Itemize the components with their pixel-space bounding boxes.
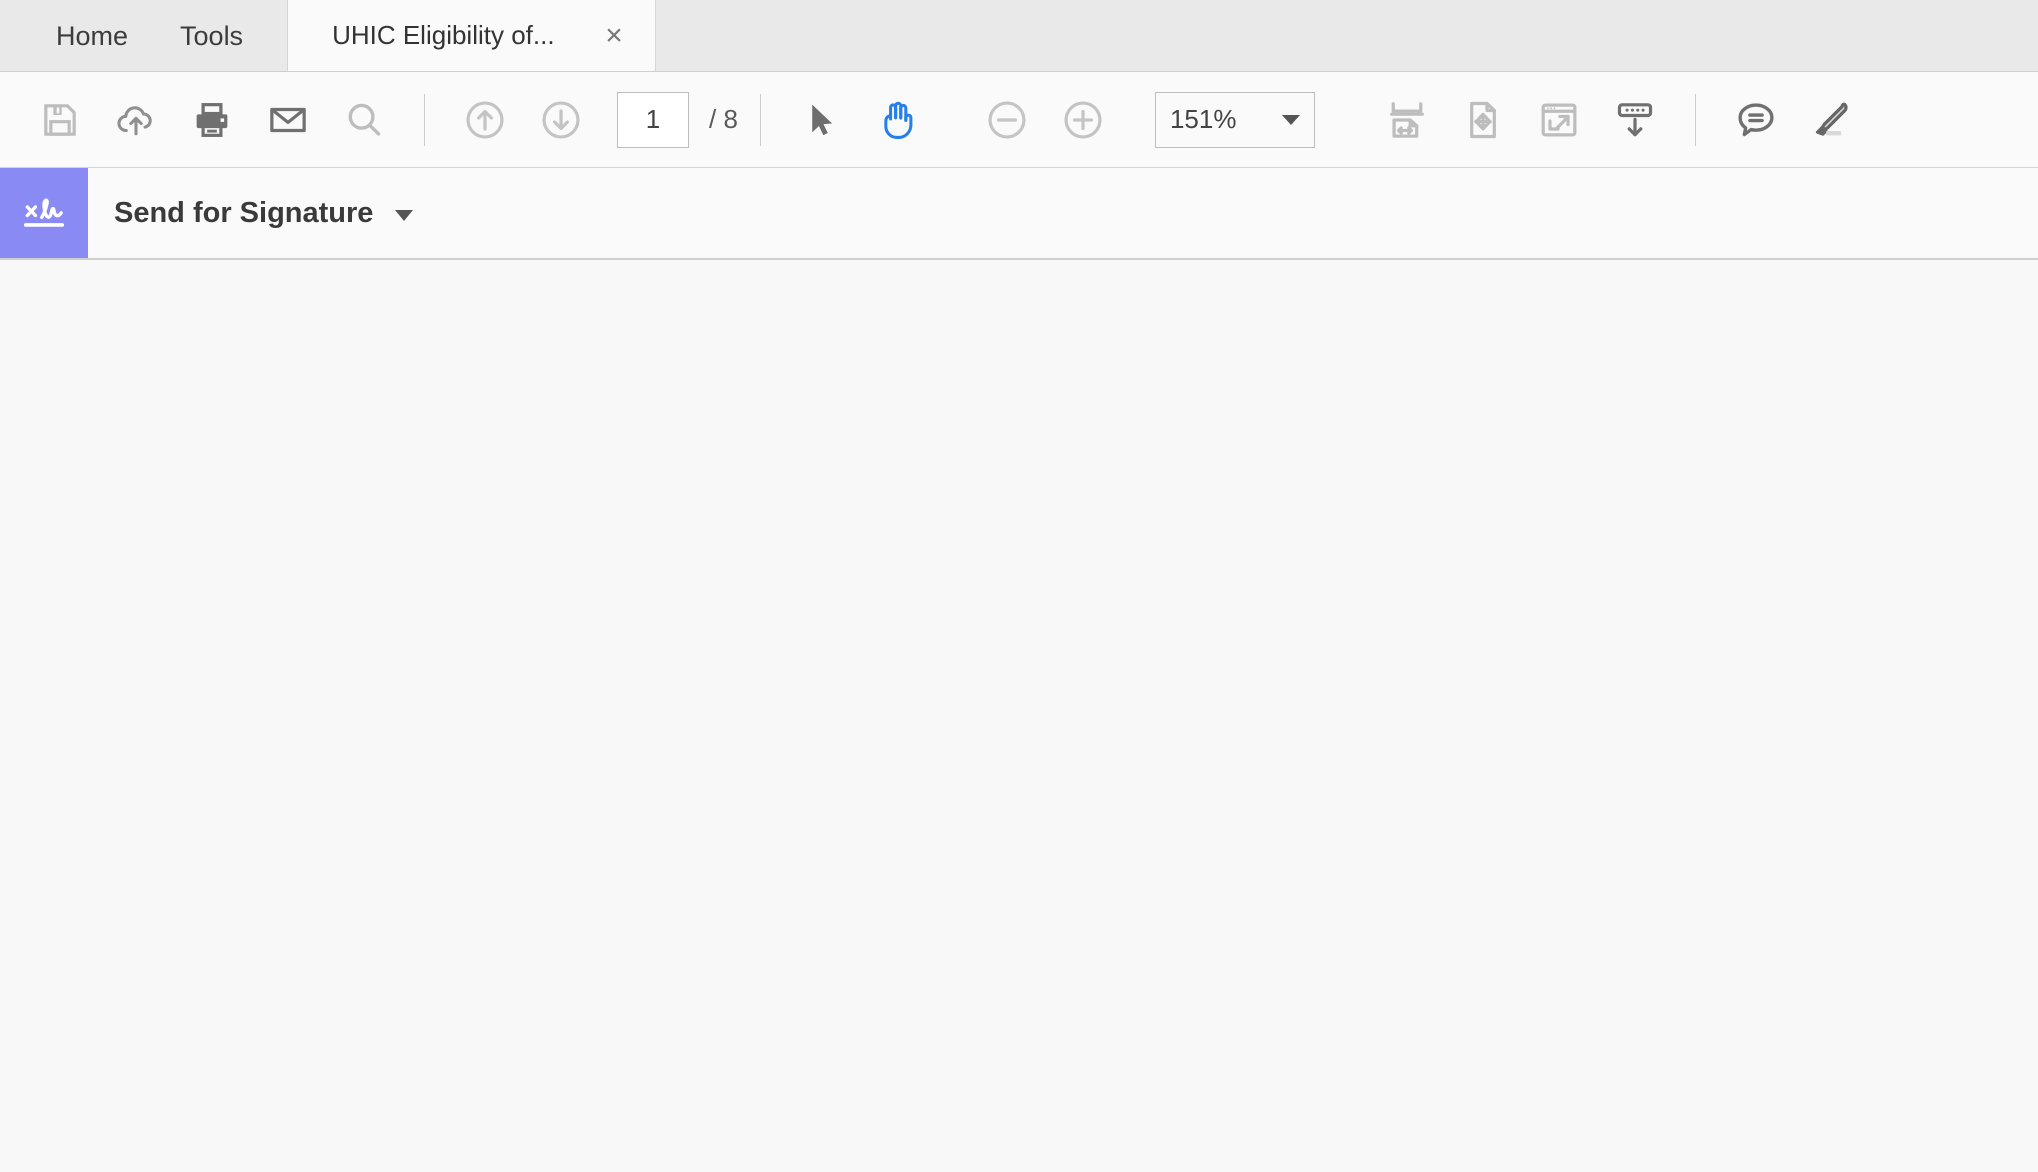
page-total-label: / 8: [709, 104, 738, 134]
chevron-down-icon[interactable]: [395, 209, 414, 221]
page-number-input[interactable]: [617, 91, 689, 148]
cursor-arrow-icon: [802, 101, 840, 139]
previous-page-button[interactable]: [452, 87, 518, 153]
zoom-in-button[interactable]: [1050, 87, 1116, 153]
print-button[interactable]: [179, 87, 245, 153]
tab-bar: Home Tools UHIC Eligibility of... ×: [0, 0, 2038, 72]
comment-button[interactable]: [1723, 87, 1789, 153]
send-for-signature-icon-tile[interactable]: [0, 168, 88, 258]
circle-minus-icon: [985, 98, 1029, 142]
fit-page-button[interactable]: [1450, 87, 1516, 153]
menu-item-tools[interactable]: Tools: [154, 0, 269, 72]
hand-icon: [875, 98, 919, 142]
cloud-upload-icon: [115, 99, 157, 141]
next-page-button[interactable]: [528, 87, 594, 153]
scroll-mode-button[interactable]: [1602, 87, 1668, 153]
send-for-signature-label: Send for Signature: [114, 196, 374, 229]
toolbar-separator: [1694, 93, 1696, 146]
highlighter-icon: [1810, 98, 1854, 142]
menu-item-home[interactable]: Home: [30, 0, 154, 72]
document-tab[interactable]: UHIC Eligibility of... ×: [288, 0, 657, 71]
main-toolbar: / 8: [0, 72, 2038, 168]
send-for-signature-button[interactable]: Send for Signature: [88, 168, 414, 258]
search-icon: [343, 99, 385, 141]
comment-bubble-icon: [1734, 98, 1778, 142]
zoom-level-select[interactable]: 151%: [1154, 91, 1315, 148]
fit-page-icon: [1462, 99, 1504, 141]
upload-to-cloud-button[interactable]: [103, 87, 169, 153]
toolbar-separator: [759, 93, 761, 146]
toolbar-separator: [424, 93, 425, 146]
print-icon: [191, 99, 233, 141]
zoom-level-value: 151%: [1169, 104, 1237, 134]
email-button[interactable]: [255, 87, 321, 153]
circle-arrow-down-icon: [539, 98, 583, 142]
circle-plus-icon: [1061, 98, 1105, 142]
close-icon[interactable]: ×: [595, 17, 633, 55]
document-tab-label: UHIC Eligibility of...: [332, 20, 555, 50]
email-icon: [267, 99, 309, 141]
save-icon: [40, 100, 80, 140]
save-file-button[interactable]: [27, 87, 93, 153]
signature-icon: [17, 186, 71, 240]
zoom-out-button[interactable]: [974, 87, 1040, 153]
circle-arrow-up-icon: [463, 98, 507, 142]
scroll-down-icon: [1614, 99, 1656, 141]
fit-width-icon: [1386, 99, 1428, 141]
document-viewport[interactable]: [0, 262, 2038, 1172]
tab-bar-filler: [656, 0, 2038, 71]
select-tool-button[interactable]: [788, 87, 854, 153]
chevron-down-icon: [1281, 114, 1300, 125]
full-screen-icon: [1538, 99, 1580, 141]
hand-tool-button[interactable]: [864, 87, 930, 153]
full-screen-button[interactable]: [1526, 87, 1592, 153]
highlight-button[interactable]: [1799, 87, 1865, 153]
main-menu-group: Home Tools: [0, 0, 289, 72]
fit-width-button[interactable]: [1374, 87, 1440, 153]
find-button[interactable]: [331, 87, 397, 153]
send-for-signature-bar: Send for Signature: [0, 168, 2038, 260]
